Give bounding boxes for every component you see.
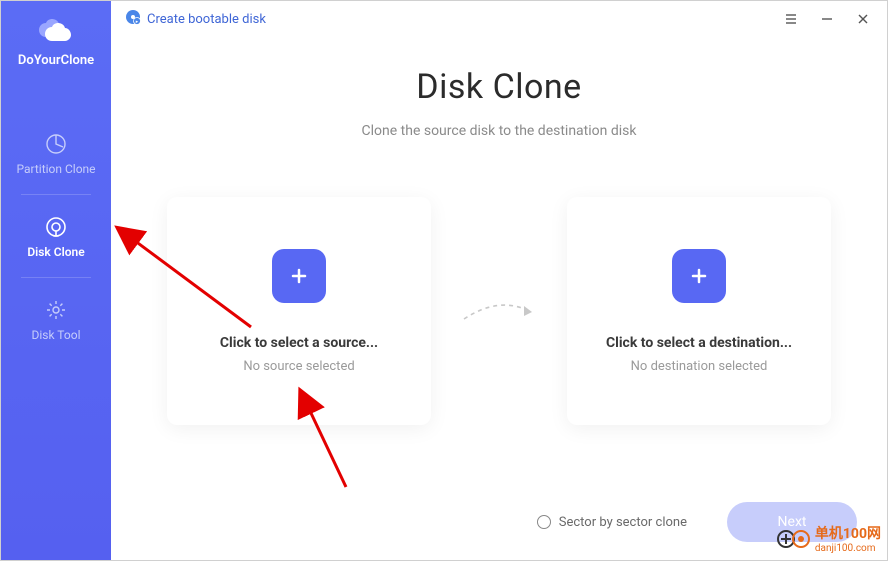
app-name: DoYourClone [18, 53, 94, 68]
sector-label: Sector by sector clone [559, 515, 687, 530]
nav-disk-clone[interactable]: Disk Clone [1, 199, 111, 273]
app-logo: DoYourClone [18, 19, 94, 68]
sidebar: DoYourClone Partition Clone Dis [1, 1, 111, 560]
dest-title: Click to select a destination... [606, 335, 792, 351]
direction-arrow-icon [449, 291, 549, 331]
minimize-button[interactable] [817, 9, 837, 29]
watermark-text: 单机100网 [815, 523, 881, 543]
nav-partition-clone[interactable]: Partition Clone [1, 116, 111, 190]
divider [21, 277, 91, 278]
disk-icon: ▸ [125, 9, 141, 29]
logo-icon [38, 19, 74, 45]
nav-label: Disk Tool [32, 328, 81, 342]
nav-label: Disk Clone [27, 245, 84, 259]
gear-icon [44, 298, 68, 322]
create-bootable-disk-link[interactable]: ▸ Create bootable disk [125, 9, 266, 29]
page-title: Disk Clone [151, 67, 847, 107]
menu-button[interactable] [781, 9, 801, 29]
radio-icon [537, 515, 551, 529]
content: Disk Clone Clone the source disk to the … [111, 37, 887, 560]
add-source-button[interactable] [272, 249, 326, 303]
watermark-icon [777, 528, 811, 550]
disk-clone-icon [44, 215, 68, 239]
boot-link-label: Create bootable disk [147, 12, 266, 27]
source-title: Click to select a source... [220, 335, 378, 351]
partition-icon [44, 132, 68, 156]
add-destination-button[interactable] [672, 249, 726, 303]
dest-sub: No destination selected [631, 359, 768, 374]
nav-label: Partition Clone [16, 162, 95, 176]
close-button[interactable] [853, 9, 873, 29]
main: ▸ Create bootable disk [111, 1, 887, 560]
watermark: 单机100网 danji100.com [777, 523, 881, 554]
watermark-url: danji100.com [815, 543, 881, 554]
destination-card[interactable]: Click to select a destination... No dest… [567, 197, 831, 425]
sector-by-sector-radio[interactable]: Sector by sector clone [537, 515, 687, 530]
nav-disk-tool[interactable]: Disk Tool [1, 282, 111, 356]
titlebar: ▸ Create bootable disk [111, 1, 887, 37]
source-sub: No source selected [243, 359, 354, 374]
page-subtitle: Clone the source disk to the destination… [151, 123, 847, 139]
source-card[interactable]: Click to select a source... No source se… [167, 197, 431, 425]
divider [21, 194, 91, 195]
cards-row: Click to select a source... No source se… [151, 197, 847, 425]
